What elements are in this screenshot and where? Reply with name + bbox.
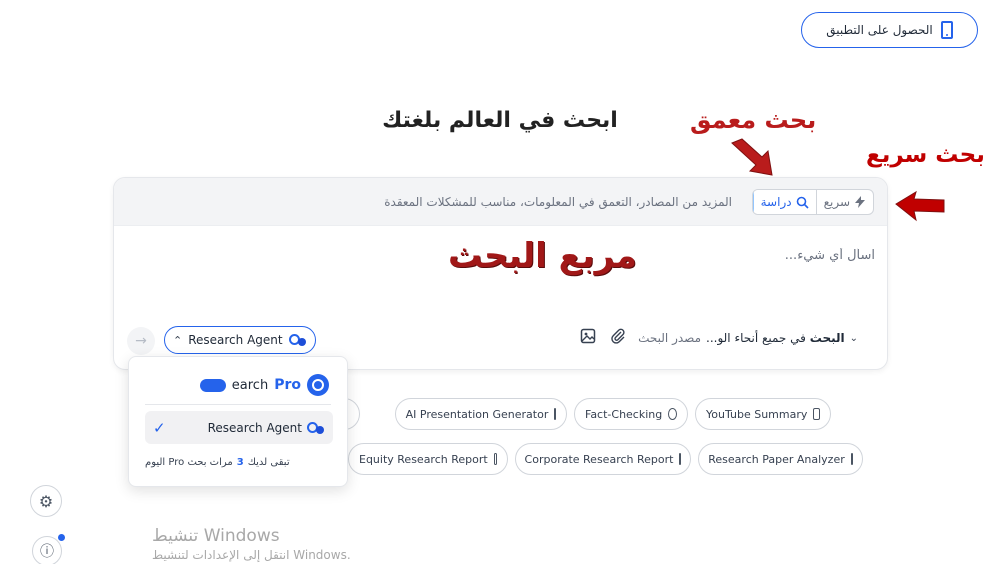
suggestion-chip-fact-checking[interactable]: Fact-Checking	[574, 398, 688, 430]
chip-label: Research Paper Analyzer	[708, 452, 845, 466]
research-mode-label: دراسة	[760, 195, 792, 209]
research-agent-label: Research Agent	[207, 420, 302, 435]
activation-subtitle: انتقل إلى الإعدادات لتنشيط Windows.	[152, 548, 351, 562]
suggestion-chip-presentation[interactable]: AI Presentation Generator	[395, 398, 567, 430]
video-icon	[813, 408, 820, 420]
dropdown-divider	[145, 404, 331, 405]
image-upload-icon[interactable]	[580, 328, 596, 344]
pro-search-icon	[307, 374, 329, 396]
agent-selector[interactable]: ⌃ Research Agent	[164, 326, 316, 354]
source-label: مصدر البحث	[638, 331, 701, 345]
notification-dot	[58, 534, 65, 541]
mode-description: المزيد من المصادر، التعمق في المعلومات، …	[384, 195, 732, 209]
quick-mode-button[interactable]: سريع	[817, 190, 873, 214]
search-source-selector[interactable]: مصدر البحث البحث في جميع أنحاء الو... ⌄	[638, 331, 862, 345]
document-icon	[850, 453, 853, 465]
chip-label: AI Presentation Generator	[405, 407, 549, 421]
bottom-bar: → ⌃ Research Agent مصدر البحث البحث في ج…	[114, 323, 887, 357]
chip-label: Fact-Checking	[585, 407, 663, 421]
dropdown-item-pro-search[interactable]: earch Pro	[199, 374, 329, 396]
source-bold: البحث	[809, 331, 845, 345]
annotation-deep-search: بحث معمق	[690, 106, 817, 134]
suggestion-chip-paper-analyzer[interactable]: Research Paper Analyzer	[698, 443, 863, 475]
get-app-label: الحصول على التطبيق	[826, 23, 933, 37]
pro-tag: Pro	[274, 377, 301, 393]
quick-mode-label: سريع	[823, 195, 850, 209]
arrow-right-icon: →	[135, 333, 147, 349]
page-title: ابحث في العالم بلغتك	[382, 108, 618, 133]
agent-selector-label: Research Agent	[188, 333, 283, 347]
pro-search-label: earch	[231, 377, 269, 393]
redacted-mark	[199, 378, 226, 392]
pro-remaining-text: تبقى لديك 3 مرات بحث Pro اليوم	[145, 457, 290, 468]
agent-dropdown: earch Pro ✓ Research Agent تبقى لديك 3 م…	[128, 356, 348, 487]
get-app-button[interactable]: الحصول على التطبيق	[801, 12, 978, 48]
bank-icon	[493, 453, 497, 465]
slides-icon	[554, 408, 557, 420]
chevron-up-icon: ⌃	[173, 333, 183, 347]
annotation-search-box: مربع البحث	[448, 236, 637, 276]
suggestion-chip-youtube[interactable]: YouTube Summary	[695, 398, 831, 430]
dropdown-item-research-agent[interactable]: ✓ Research Agent	[145, 411, 333, 444]
mode-bar: سريع دراسة المزيد من المصادر، التعمق في …	[114, 178, 887, 226]
lightning-icon	[855, 196, 865, 208]
annotation-quick-search: بحث سريع	[866, 142, 985, 168]
suggestion-chip-equity[interactable]: Equity Research Report	[348, 443, 508, 475]
remaining-suffix: مرات بحث Pro اليوم	[145, 457, 233, 468]
source-value-text: في جميع أنحاء الو...	[706, 331, 806, 345]
settings-button[interactable]: ⚙	[30, 485, 62, 517]
chip-label: Equity Research Report	[359, 452, 488, 466]
agent-icon	[288, 333, 307, 347]
search-icon	[796, 196, 809, 209]
annotation-arrow-deep-icon	[731, 138, 773, 176]
paperclip-icon[interactable]	[610, 328, 626, 344]
check-circle-icon	[668, 408, 677, 420]
presentation-icon	[679, 453, 682, 465]
tools-group	[580, 328, 626, 344]
info-button[interactable]: ⓘ	[32, 536, 62, 564]
checkmark-icon: ✓	[153, 418, 166, 437]
suggestion-chip-corporate[interactable]: Corporate Research Report	[515, 443, 691, 475]
activation-title: تنشيط Windows	[152, 526, 280, 546]
chevron-down-icon: ⌄	[849, 332, 858, 344]
remaining-count: 3	[236, 457, 244, 468]
agent-icon	[307, 421, 325, 435]
submit-button[interactable]: →	[127, 327, 155, 355]
source-value: البحث في جميع أنحاء الو...	[706, 331, 845, 345]
chip-label: Corporate Research Report	[524, 452, 674, 466]
gear-icon: ⚙	[38, 491, 54, 511]
phone-icon	[940, 21, 953, 39]
remaining-prefix: تبقى لديك	[247, 457, 290, 468]
research-mode-button[interactable]: دراسة	[752, 190, 817, 214]
chip-label: YouTube Summary	[706, 407, 808, 421]
mode-toggle: سريع دراسة	[751, 189, 874, 215]
info-icon: ⓘ	[40, 544, 54, 560]
windows-activation-watermark: تنشيط Windows انتقل إلى الإعدادات لتنشيط…	[152, 526, 351, 562]
annotation-arrow-quick-icon	[895, 190, 945, 222]
